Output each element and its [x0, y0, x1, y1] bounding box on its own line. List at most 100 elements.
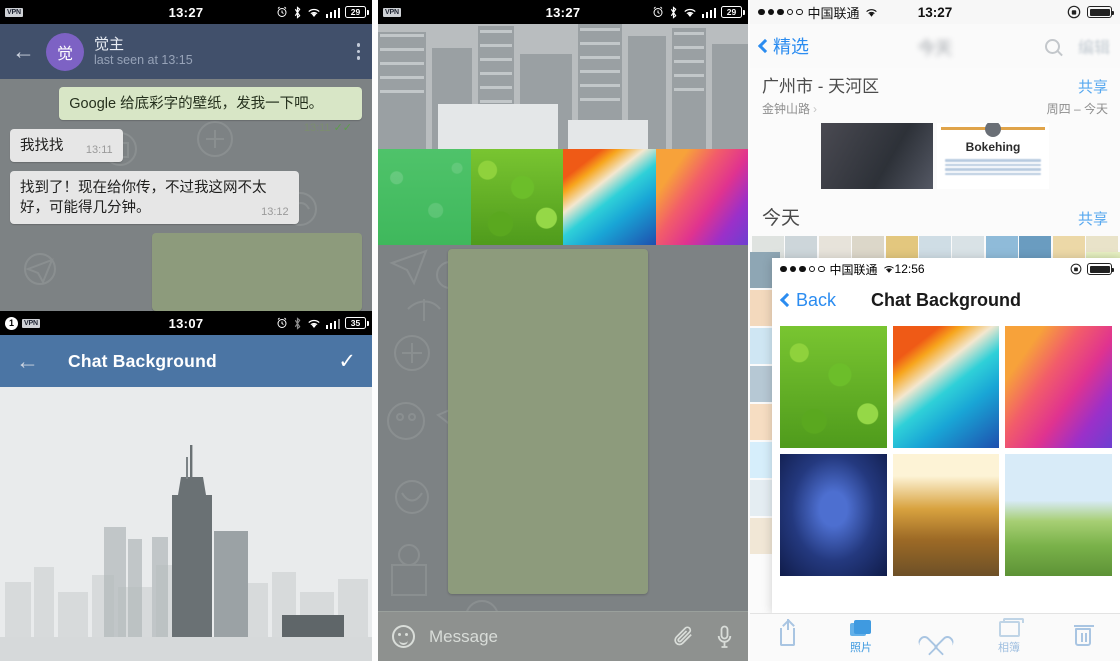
- city-photo[interactable]: [378, 24, 748, 149]
- wallpaper-swatch-polygon[interactable]: [655, 149, 748, 245]
- status-clock: 12:56: [894, 262, 925, 276]
- section-share[interactable]: 共享: [1078, 208, 1108, 229]
- background-preview-image[interactable]: [0, 387, 372, 661]
- wallpaper-tile-autumn-road[interactable]: [892, 454, 1000, 576]
- toolbar-item-share[interactable]: [750, 618, 824, 648]
- battery-icon: [1087, 6, 1114, 18]
- signal-icon: [780, 265, 825, 273]
- chat-message-list[interactable]: Google 给底彩字的壁纸，发我一下吧。 13:11 ✓✓ 我找找 13:11 …: [0, 79, 372, 331]
- moment-share[interactable]: 共享 周四 – 今天: [1047, 76, 1108, 117]
- three-phone-screenshot-collage: VPN 13:27 29 ← 觉 觉主 last seen at 13:15 G…: [0, 0, 1120, 661]
- wallpaper-swatch-nebula[interactable]: [563, 149, 656, 245]
- article-body-placeholder: [944, 157, 1042, 178]
- message-text: Google 给底彩字的壁纸，发我一下吧。: [69, 96, 324, 112]
- ios-status-bar: 中国联通 13:27: [750, 0, 1120, 24]
- wallpaper-tile-green-field[interactable]: [1005, 454, 1112, 576]
- card-avatar: [985, 123, 1001, 137]
- page-title: Chat Background: [68, 350, 217, 371]
- confirm-icon[interactable]: ✓: [338, 349, 356, 374]
- rotation-lock-icon: [1067, 5, 1081, 19]
- battery-icon: 35: [345, 317, 369, 329]
- wallpaper-swatch-row[interactable]: [378, 149, 748, 245]
- status-right: 35: [276, 316, 369, 330]
- bluetooth-icon: [294, 5, 300, 19]
- toolbar-item-albums[interactable]: 相簿: [972, 617, 1046, 655]
- alarm-icon: [277, 6, 286, 17]
- bluetooth-icon: [294, 316, 300, 330]
- wallpaper-grid[interactable]: [772, 320, 1120, 582]
- message-composer[interactable]: Message: [378, 611, 748, 661]
- microphone-icon[interactable]: [715, 625, 734, 649]
- message-text: 找到了！现在给你传，不过我这网不太好，可能得几分钟。: [20, 180, 267, 216]
- carrier-info: 中国联通: [780, 261, 895, 278]
- carrier-name: 中国联通: [829, 262, 878, 277]
- wallpaper-swatch-pattern-green[interactable]: [378, 149, 471, 245]
- wallpaper-tile-nebula[interactable]: [892, 326, 1000, 448]
- paperclip-icon[interactable]: [672, 625, 695, 648]
- toolbar-label: 照片: [850, 642, 872, 654]
- wifi-icon: [683, 8, 696, 17]
- status-right: 29: [652, 5, 745, 19]
- back-icon[interactable]: ←: [12, 40, 42, 63]
- back-icon[interactable]: ←: [16, 349, 46, 373]
- album-icon: [998, 617, 1024, 637]
- message-text: 我找找: [20, 138, 64, 154]
- toolbar-item-photos[interactable]: 照片: [824, 620, 898, 655]
- chat-message-list[interactable]: Message: [378, 245, 748, 661]
- android-status-bar: VPN 13:27 29: [378, 0, 748, 24]
- panel-telegram-wallpaper-preview: VPN 13:27 29 Message: [378, 0, 748, 661]
- message-input[interactable]: Message: [429, 627, 498, 647]
- signal-icon: [758, 8, 803, 16]
- edit-button[interactable]: 编辑: [1078, 34, 1110, 58]
- picker-header: ← Chat Background ✓: [0, 335, 372, 387]
- toolbar-item-favorites[interactable]: [898, 628, 972, 648]
- media-placeholder-large[interactable]: [448, 249, 648, 594]
- moment-title: 广州市 - 天河区: [762, 77, 880, 96]
- photos-icon: [850, 620, 872, 637]
- wifi-icon: [865, 8, 877, 17]
- article-card[interactable]: Bokehing: [937, 123, 1049, 189]
- moment-row: 广州市 - 天河区 金钟山路 › 共享 周四 – 今天: [762, 76, 1108, 117]
- wallpaper-tile-polygon[interactable]: [1005, 326, 1112, 448]
- more-menu-icon[interactable]: [356, 43, 360, 60]
- rotation-lock-icon: [1070, 263, 1082, 275]
- skyline-illustration-icon: [0, 387, 372, 661]
- share-icon: [779, 618, 795, 646]
- message-bubble[interactable]: 找到了！现在给你传，不过我这网不太好，可能得几分钟。 13:12: [10, 171, 299, 224]
- chat-background-picker-screen: 1 VPN 13:07 35 ← Chat Background ✓: [0, 311, 372, 661]
- media-placeholder[interactable]: [152, 233, 362, 311]
- panel-telegram-chat: VPN 13:27 29 ← 觉 觉主 last seen at 13:15 G…: [0, 0, 372, 661]
- article-title: Bokehing: [965, 140, 1021, 154]
- ios-tab-bar[interactable]: 照片 相簿: [750, 613, 1120, 661]
- heart-icon: [925, 628, 945, 646]
- carrier-info: 中国联通: [758, 3, 878, 22]
- page-title: Chat Background: [870, 289, 1021, 310]
- wallpaper-swatch-leaves-green[interactable]: [470, 149, 563, 245]
- status-right: [1070, 263, 1114, 275]
- composer-actions: [672, 625, 734, 649]
- message-bubble[interactable]: Google 给底彩字的壁纸，发我一下吧。 13:11 ✓✓: [59, 87, 362, 134]
- android-status-bar-secondary: 1 VPN 13:07 35: [0, 311, 372, 335]
- smiley-icon[interactable]: [392, 625, 415, 648]
- trash-icon: [1074, 624, 1094, 646]
- toolbar-item-trash[interactable]: [1046, 624, 1120, 648]
- wallpaper-tile-leaves-green[interactable]: [780, 326, 887, 448]
- photo-card[interactable]: Shanghai, China - GoPro Hero 4: [821, 123, 933, 189]
- alarm-icon: [653, 6, 662, 17]
- moment-header: 广州市 - 天河区 金钟山路 › 共享 周四 – 今天: [750, 68, 1120, 121]
- sheet-nav-bar: Back Chat Background: [772, 280, 1120, 320]
- contact-status: last seen at 13:15: [94, 52, 193, 67]
- alarm-icon: [277, 317, 286, 328]
- moment-location[interactable]: 广州市 - 天河区 金钟山路 ›: [762, 76, 879, 117]
- sheet-status-bar: 中国联通 12:56: [772, 258, 1120, 280]
- search-icon[interactable]: [1044, 38, 1060, 54]
- avatar[interactable]: 觉: [46, 32, 84, 71]
- section-title: 今天: [762, 208, 801, 229]
- moment-subtitle: 金钟山路 ›: [762, 102, 818, 116]
- contact-name: 觉主: [94, 35, 125, 53]
- wallpaper-tile-starfield[interactable]: [780, 454, 887, 576]
- moment-card-strip[interactable]: Shanghai, China - GoPro Hero 4 Bokehing: [750, 123, 1120, 193]
- message-time: 13:11: [85, 144, 113, 156]
- message-bubble[interactable]: 我找找 13:11: [10, 129, 123, 162]
- share-label[interactable]: 共享: [1047, 76, 1108, 97]
